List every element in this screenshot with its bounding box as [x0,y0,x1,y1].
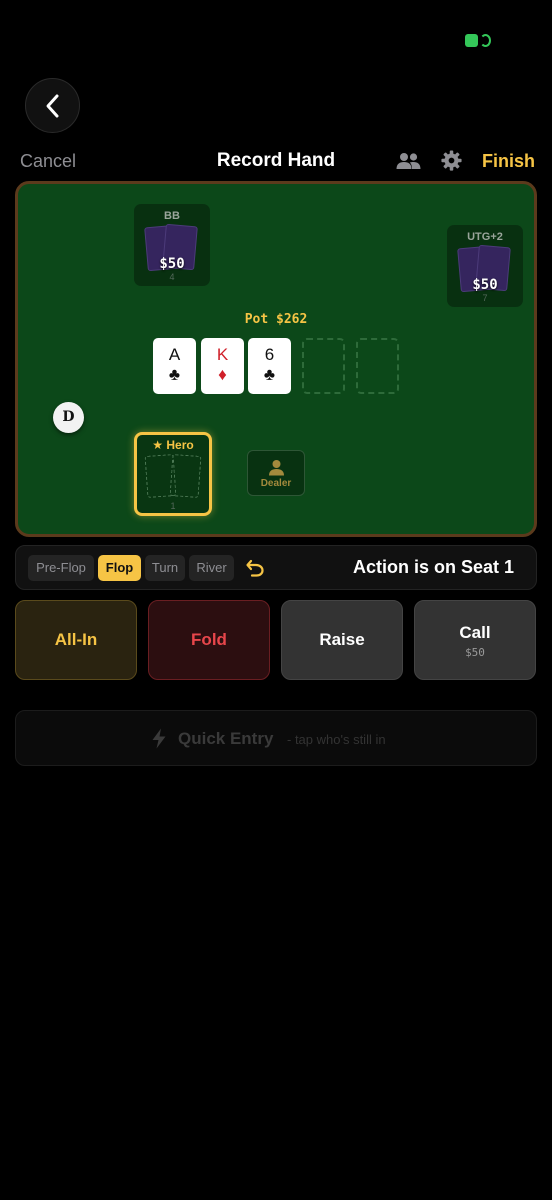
raise-button[interactable]: Raise [281,600,403,680]
quick-entry-hint: - tap who's still in [287,732,386,747]
card-rank: K [216,345,229,364]
all-in-button[interactable]: All-In [15,600,137,680]
call-button[interactable]: Call $50 [414,600,536,680]
seat-number: 1 [170,501,176,511]
seat-utg2[interactable]: UTG+2 $50 7 [447,225,523,307]
finish-button[interactable]: Finish [482,151,535,172]
page-title: Record Hand [216,150,336,171]
call-label: Call [459,623,491,642]
club-suit-icon: ♣ [263,365,276,384]
seat-stack: $50 [472,277,498,293]
dealer-seat-label: Dealer [260,478,292,489]
seat-number: 7 [482,293,488,303]
header-bar: Cancel Record Hand Finish [0,146,552,178]
tab-flop[interactable]: Flop [98,555,141,581]
seat-position-label: UTG+2 [467,231,503,243]
board-card[interactable]: 6 ♣ [248,338,291,394]
seat-position-label: BB [164,210,180,222]
fold-button[interactable]: Fold [148,600,270,680]
empty-board-slot[interactable] [356,338,399,394]
chevron-left-icon [46,94,58,117]
tab-pre-flop[interactable]: Pre-Flop [28,555,94,581]
person-icon [269,460,284,476]
undo-arrow-icon[interactable] [245,558,265,578]
card-rank: 6 [264,345,275,364]
board-card[interactable]: K ♦ [201,338,244,394]
action-status: Action is on Seat 1 [352,557,514,577]
seat-hero[interactable]: ★ Hero 1 [134,432,212,516]
quick-entry-button[interactable]: Quick Entry - tap who's still in [15,710,537,766]
lightning-icon [152,728,166,749]
tab-turn[interactable]: Turn [145,555,185,581]
club-suit-icon: ♣ [168,365,181,384]
street-action-bar: Pre-Flop Flop Turn River Action is on Se… [15,545,537,590]
gear-icon[interactable] [441,150,462,171]
dealer-seat[interactable]: Dealer [247,450,305,496]
pot-amount: Pot $262 [244,312,308,327]
battery-icon [465,34,491,47]
quick-entry-label: Quick Entry [178,729,274,748]
seat-number: 4 [169,272,175,282]
hero-label: ★ Hero [152,438,194,452]
card-rank: A [168,345,181,364]
empty-board-slot[interactable] [302,338,345,394]
seat-stack: $50 [159,256,185,272]
poker-table: BB $50 4 UTG+2 $50 7 Pot $262 A ♣ K ♦ 6 … [15,181,537,537]
diamond-suit-icon: ♦ [218,365,227,384]
empty-card-slot[interactable] [169,454,202,498]
back-button[interactable] [25,78,80,133]
board-card[interactable]: A ♣ [153,338,196,394]
dealer-button[interactable]: D [53,402,84,433]
seat-bb[interactable]: BB $50 4 [134,204,210,286]
cancel-button[interactable]: Cancel [20,151,76,172]
people-icon[interactable] [396,152,421,170]
tab-river[interactable]: River [189,555,234,581]
call-amount: $50 [465,646,485,659]
